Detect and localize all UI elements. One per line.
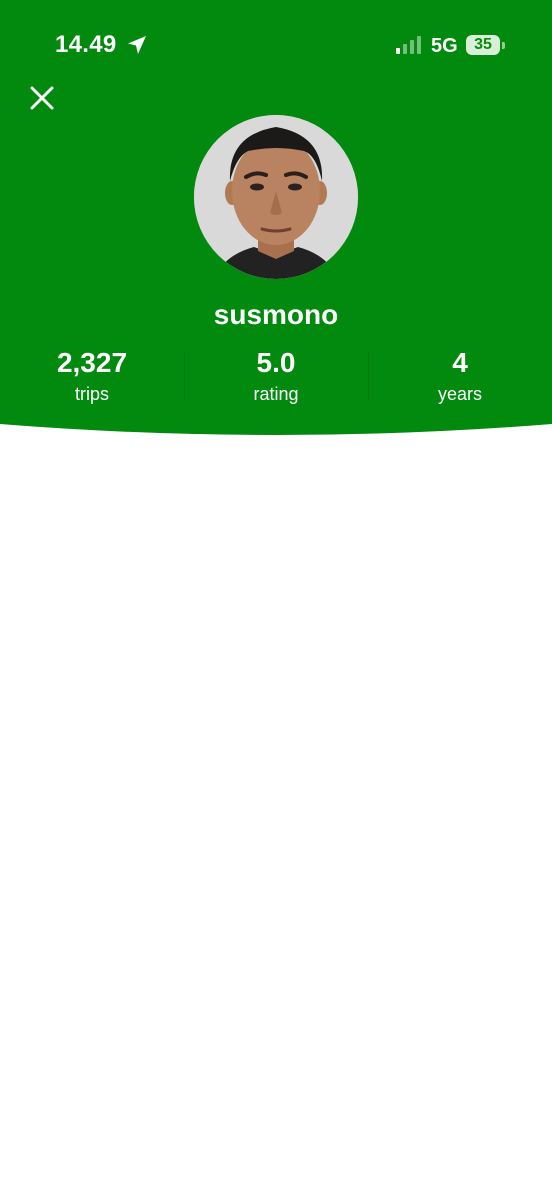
profile-header: 14.49 5G 35 susmono 2,327 trips 5.0 rati… bbox=[0, 0, 552, 440]
location-arrow-icon bbox=[128, 36, 146, 54]
stat-rating: 5.0 rating bbox=[206, 346, 346, 406]
close-icon bbox=[30, 86, 54, 110]
close-button[interactable] bbox=[24, 80, 60, 116]
battery-indicator: 35 bbox=[466, 35, 500, 55]
network-type: 5G bbox=[431, 35, 458, 57]
years-label: years bbox=[437, 384, 482, 404]
driver-photo bbox=[194, 115, 358, 279]
battery-cap bbox=[502, 42, 505, 49]
trips-label: trips bbox=[74, 384, 109, 404]
status-time: 14.49 bbox=[55, 31, 117, 58]
stat-divider bbox=[184, 352, 185, 400]
years-value: 4 bbox=[452, 347, 468, 378]
rating-value: 5.0 bbox=[256, 347, 296, 378]
driver-name: susmono bbox=[213, 299, 339, 330]
trips-value: 2,327 bbox=[56, 347, 128, 378]
stat-years: 4 years bbox=[390, 346, 530, 406]
cellular-signal-icon bbox=[396, 36, 421, 54]
stat-divider bbox=[368, 352, 369, 400]
driver-avatar bbox=[194, 115, 358, 279]
driver-profile-screen: 14.49 5G 35 susmono 2,327 trips 5.0 rati… bbox=[0, 0, 552, 1200]
stat-trips: 2,327 trips bbox=[22, 346, 162, 406]
rating-label: rating bbox=[253, 384, 299, 404]
